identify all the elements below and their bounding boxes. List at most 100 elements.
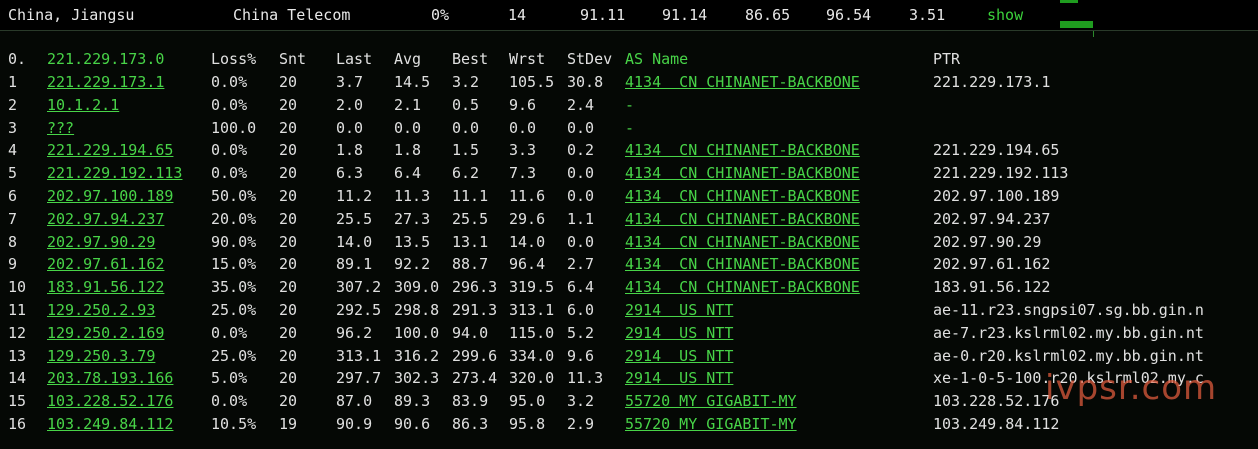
hop-best: 296.3 (452, 278, 498, 297)
hop-host-link[interactable]: 221.229.192.113 (47, 162, 182, 184)
hop-loss: 20.0% (211, 209, 257, 228)
hop-host-link[interactable]: 103.249.84.112 (47, 413, 173, 435)
hop-host-link[interactable]: 221.229.173.1 (47, 71, 164, 93)
hop-last: 297.7 (336, 369, 382, 388)
hop-worst: 96.4 (509, 255, 546, 274)
header-stdev: StDev (567, 50, 613, 68)
hop-stdev: 30.8 (567, 73, 604, 91)
hop-as-name[interactable]: 2914 US NTT (625, 345, 733, 367)
hop-host-link[interactable]: 203.78.193.166 (47, 367, 173, 389)
hop-as-name[interactable]: 55720 MY GIGABIT-MY (625, 413, 797, 435)
hop-avg: 14.5 (394, 73, 431, 91)
table-row: 6 202.97.100.189 50.0% 20 11.2 11.3 11.1 11.6 0.… (0, 185, 1258, 207)
hop-best: 0.5 (452, 95, 480, 114)
header-best: Best (452, 50, 489, 68)
hop-loss: 25.0% (211, 301, 257, 319)
hop-loss: 0.0% (211, 392, 248, 411)
hop-stdev: 11.3 (567, 369, 604, 388)
summary-stdev: 3.51 (909, 6, 946, 24)
hop-host-link[interactable]: 202.97.61.162 (47, 253, 164, 275)
summary-location: China, Jiangsu (8, 6, 135, 24)
hop-ptr: xe-1-0-5-100.r20.kslrml02.my.c (933, 369, 1204, 388)
hop-sent: 20 (279, 232, 298, 251)
hop-last: 11.2 (336, 187, 373, 205)
hop-avg: 11.3 (394, 187, 431, 205)
hop-host-link[interactable]: 129.250.2.93 (47, 299, 155, 321)
hop-as-name[interactable]: - (625, 94, 634, 116)
hop-as-name[interactable]: 2914 US NTT (625, 299, 733, 321)
table-row: 9 202.97.61.162 15.0% 20 89.1 92.2 88.7 96.4 2.7… (0, 253, 1258, 275)
hop-as-name[interactable]: 4134 CN CHINANET-BACKBONE (625, 139, 860, 161)
hop-worst: 7.3 (509, 164, 537, 183)
hop-stdev: 1.1 (567, 209, 595, 228)
hop-loss: 0.0% (211, 141, 248, 160)
hop-index: 4 (8, 141, 18, 160)
hop-worst: 105.5 (509, 73, 555, 91)
hop-last: 14.0 (336, 232, 373, 251)
hop-as-name[interactable]: 2914 US NTT (625, 322, 733, 344)
hop-as-name[interactable]: 4134 CN CHINANET-BACKBONE (625, 208, 860, 230)
hop-index: 5 (8, 164, 18, 183)
hop-as-name[interactable]: 4134 CN CHINANET-BACKBONE (625, 231, 860, 253)
hop-host-link[interactable]: 129.250.3.79 (47, 345, 155, 367)
hop-avg: 89.3 (394, 392, 431, 411)
hop-ptr: 103.228.52.176 (933, 392, 1060, 411)
hop-stdev: 5.2 (567, 323, 595, 342)
summary-bar: China, Jiangsu China Telecom 0% 14 91.11… (0, 0, 1258, 32)
hop-loss: 10.5% (211, 415, 257, 433)
hop-best: 299.6 (452, 346, 498, 365)
header-wrst: Wrst (509, 50, 546, 68)
hop-index: 10 (8, 278, 27, 297)
hop-as-name[interactable]: 4134 CN CHINANET-BACKBONE (625, 162, 860, 184)
hop-best: 25.5 (452, 209, 489, 228)
hop-host-link[interactable]: 129.250.2.169 (47, 322, 164, 344)
hop-as-name[interactable]: 55720 MY GIGABIT-MY (625, 390, 797, 412)
hop-index: 15 (8, 392, 27, 411)
hop-host-link[interactable]: 221.229.194.65 (47, 139, 173, 161)
hop-as-name[interactable]: 4134 CN CHINANET-BACKBONE (625, 185, 860, 207)
hop-stdev: 2.4 (567, 95, 595, 114)
hop-sent: 20 (279, 369, 298, 388)
hop-host-link[interactable]: ??? (47, 117, 74, 139)
hop-as-name[interactable]: 4134 CN CHINANET-BACKBONE (625, 276, 860, 298)
hop-ptr: 202.97.90.29 (933, 232, 1042, 251)
hop-best: 0.0 (452, 118, 480, 137)
hop-best: 86.3 (452, 415, 489, 433)
hop-as-name[interactable]: 4134 CN CHINANET-BACKBONE (625, 253, 860, 275)
hop-avg: 298.8 (394, 301, 440, 319)
hop-sent: 20 (279, 346, 298, 365)
hop-loss: 0.0% (211, 95, 248, 114)
hop-index: 8 (8, 232, 18, 251)
hop-host-link[interactable]: 103.228.52.176 (47, 390, 173, 412)
hop-best: 6.2 (452, 164, 480, 183)
hop-best: 3.2 (452, 73, 480, 91)
hop-avg: 90.6 (394, 415, 431, 433)
hop-as-name[interactable]: 4134 CN CHINANET-BACKBONE (625, 71, 860, 93)
hop-worst: 319.5 (509, 278, 555, 297)
hop-host-link[interactable]: 10.1.2.1 (47, 94, 119, 116)
hop-as-name[interactable]: 2914 US NTT (625, 367, 733, 389)
hop-loss: 50.0% (211, 187, 257, 205)
show-toggle-link[interactable]: show (987, 6, 1023, 24)
hop-host-link[interactable]: 202.97.90.29 (47, 231, 155, 253)
hop-host-link[interactable]: 202.97.94.237 (47, 208, 164, 230)
hop-avg: 302.3 (394, 369, 440, 388)
header-ptr: PTR (933, 50, 961, 68)
hop-last: 313.1 (336, 346, 382, 365)
hop-stdev: 2.9 (567, 415, 595, 433)
hop-sent: 20 (279, 278, 298, 297)
hop-stdev: 6.4 (567, 278, 595, 297)
hop-index: 13 (8, 346, 27, 365)
hop-worst: 313.1 (509, 301, 555, 319)
hop-sent: 20 (279, 187, 298, 205)
hop-index: 2 (8, 95, 18, 114)
hop-worst: 320.0 (509, 369, 555, 388)
hop-index: 12 (8, 323, 27, 342)
hop-best: 13.1 (452, 232, 489, 251)
summary-hops: 14 (508, 6, 527, 24)
hop-as-name[interactable]: - (625, 117, 634, 139)
hop-last: 90.9 (336, 415, 373, 433)
hop-host-link[interactable]: 183.91.56.122 (47, 276, 164, 298)
hop-host-link[interactable]: 202.97.100.189 (47, 185, 173, 207)
hop-worst: 95.0 (509, 392, 546, 411)
